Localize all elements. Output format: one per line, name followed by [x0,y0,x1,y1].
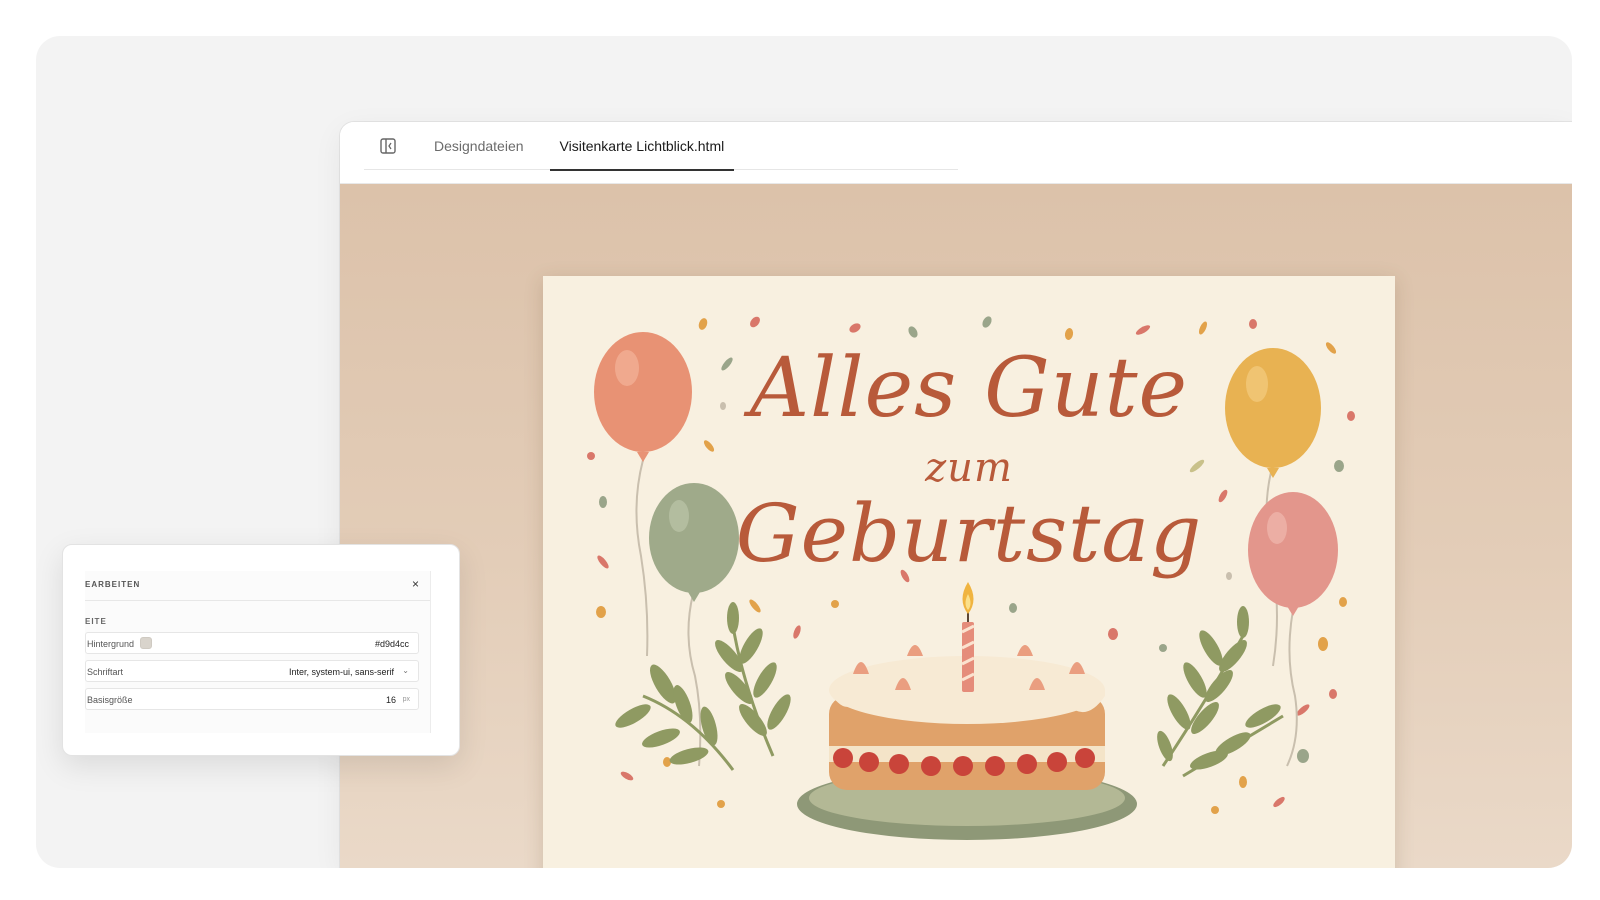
tab-strip: Designdateien Visitenkarte Lichtblick.ht… [364,122,958,171]
panel-title: EARBEITEN [85,580,141,589]
birthday-card: Alles Gute zum Geburtstag [543,276,1395,868]
desktop-background: Designdateien Visitenkarte Lichtblick.ht… [36,36,1572,868]
preview-canvas: Alles Gute zum Geburtstag [340,184,1572,868]
chevron-down-icon[interactable]: ⌄ [402,666,409,675]
font-value[interactable]: Inter, system-ui, sans-serif [289,667,394,677]
editor-window: Designdateien Visitenkarte Lichtblick.ht… [340,122,1572,868]
edit-panel: EARBEITEN × EITE Hintergrund #d9d4cc Sch… [62,544,460,756]
tab-bar: Designdateien Visitenkarte Lichtblick.ht… [340,122,1572,184]
color-swatch[interactable] [140,637,152,649]
base-size-unit: px [402,696,410,703]
sidebar-toggle-button[interactable] [374,132,402,160]
background-label: Hintergrund [87,639,135,649]
leaves-left [615,602,791,771]
section-label: EITE [85,617,107,626]
card-headline-2: Geburtstag [735,487,1203,580]
background-value[interactable]: #d9d4cc [375,639,409,649]
card-headline: Alles Gute [749,341,1189,436]
base-size-label: Basisgröße [87,695,133,705]
base-size-value[interactable]: 16 [386,695,396,705]
font-select[interactable]: Schriftart Inter, system-ui, sans-serif … [85,660,419,682]
edit-panel-content: EARBEITEN × EITE Hintergrund #d9d4cc Sch… [85,571,431,733]
panel-header: EARBEITEN × [85,571,430,601]
background-field[interactable]: Hintergrund #d9d4cc [85,632,419,654]
base-size-field[interactable]: Basisgröße 16 px [85,688,419,710]
leaves-right [1157,606,1284,778]
tab-active-file[interactable]: Visitenkarte Lichtblick.html [549,122,735,171]
close-icon[interactable]: × [412,577,419,591]
birthday-cake [797,582,1137,840]
sidebar-toggle-icon [380,137,396,154]
tab-design-files[interactable]: Designdateien [424,122,534,170]
card-subheadline: zum [925,445,1013,491]
font-label: Schriftart [87,667,124,677]
